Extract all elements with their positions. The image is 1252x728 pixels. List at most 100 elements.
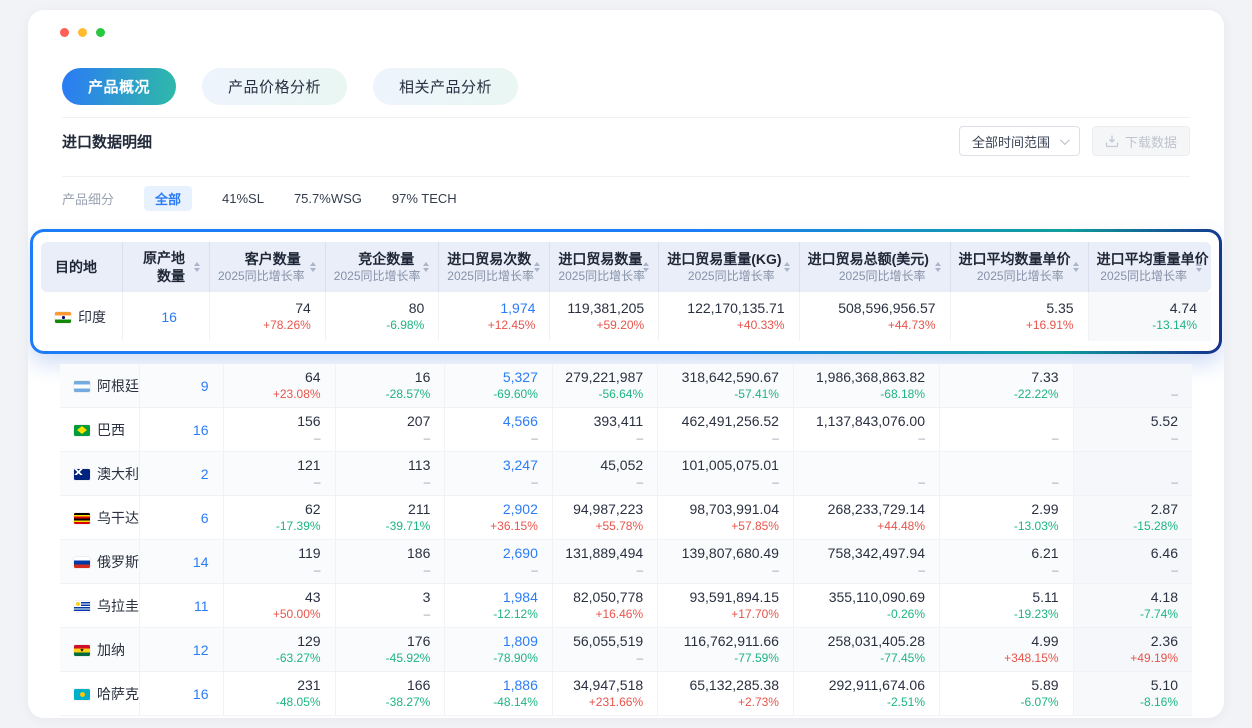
cell-growth: +231.66% [561, 694, 643, 711]
flag-brazil-icon [74, 425, 90, 436]
column-header-5[interactable]: 进口贸易数量2025同比增长率 [550, 242, 659, 292]
cell-value: 80 [334, 299, 424, 317]
cell-value: 1,886 [453, 676, 538, 694]
cell-value: 5.52 [1082, 412, 1178, 430]
sort-icon[interactable] [784, 262, 790, 272]
filter-option-757wsg[interactable]: 75.7%WSG [294, 191, 362, 206]
cell-value: 1,137,843,076.00 [802, 412, 925, 430]
table-row-ghana[interactable]: 加纳12129-63.27%176-45.92%1,809-78.90%56,0… [60, 628, 1192, 672]
column-subtitle: 2025同比增长率 [959, 268, 1064, 284]
data-cell: 101,005,075.01– [658, 452, 794, 496]
sort-icon[interactable] [935, 262, 941, 272]
table-row-kazakhstan[interactable]: 哈萨克斯坦16231-48.05%166-38.27%1,886-48.14%3… [60, 672, 1192, 716]
table-row-uganda[interactable]: 乌干达662-17.39%211-39.71%2,902+36.15%94,98… [60, 496, 1192, 540]
cell-growth: +40.33% [667, 317, 784, 334]
filter-option-all[interactable]: 全部 [144, 186, 192, 211]
cell-value: 94,987,223 [561, 500, 643, 518]
cell-growth: -6.98% [334, 317, 424, 334]
data-cell: 279,221,987-56.64% [552, 364, 657, 408]
tab-related-product-analysis[interactable]: 相关产品分析 [373, 68, 518, 105]
data-cell: 355,110,090.69-0.26% [793, 584, 939, 628]
time-range-select[interactable]: 全部时间范围 [959, 126, 1080, 156]
sort-icon[interactable] [1073, 262, 1079, 272]
table-row-russia[interactable]: 俄罗斯14119–186–2,690–131,889,494–139,807,6… [60, 540, 1192, 584]
cell-growth: +78.26% [218, 317, 311, 334]
cell-value: 2,690 [453, 544, 538, 562]
table-row-brazil[interactable]: 巴西16156–207–4,566–393,411–462,491,256.52… [60, 408, 1192, 452]
data-cell: 98,703,991.04+57.85% [658, 496, 794, 540]
cell-growth: -69.60% [453, 386, 538, 403]
data-cell: – [940, 452, 1074, 496]
data-cell: 5.89-6.07% [940, 672, 1074, 716]
country-name: 哈萨克斯坦 [97, 686, 139, 702]
sort-icon[interactable] [423, 262, 429, 272]
cell-growth: -48.14% [453, 694, 538, 711]
cell-growth: -7.74% [1082, 606, 1178, 623]
cell-growth: +348.15% [948, 650, 1059, 667]
header-row: 目的地原产地数量客户数量2025同比增长率竞企数量2025同比增长率进口贸易次数… [41, 242, 1211, 292]
data-cell: 5,327-69.60% [445, 364, 553, 408]
data-cell: 3– [335, 584, 445, 628]
cell-value: 119 [232, 544, 321, 562]
sort-icon[interactable] [1196, 262, 1202, 272]
data-cell: 1,809-78.90% [445, 628, 553, 672]
cell-growth: -63.27% [232, 650, 321, 667]
country-name: 巴西 [97, 422, 125, 438]
column-header-8[interactable]: 进口平均数量单价2025同比增长率 [950, 242, 1088, 292]
column-header-6[interactable]: 进口贸易重量(KG)2025同比增长率 [659, 242, 799, 292]
table-row-india[interactable]: 印度1674+78.26%80-6.98%1,974+12.45%119,381… [41, 292, 1211, 341]
cell-growth: +17.70% [666, 606, 779, 623]
column-subtitle: 2025同比增长率 [808, 268, 926, 284]
table-row-uruguay[interactable]: 乌拉圭1143+50.00%3–1,984-12.12%82,050,778+1… [60, 584, 1192, 628]
cell-growth: – [666, 562, 779, 579]
column-title: 竞企数量 [334, 250, 414, 268]
download-data-button[interactable]: 下载数据 [1092, 126, 1190, 156]
data-cell: 1,886-48.14% [445, 672, 553, 716]
column-header-2[interactable]: 客户数量2025同比增长率 [209, 242, 325, 292]
data-cell: 231-48.05% [223, 672, 335, 716]
data-cell: 318,642,590.67-57.41% [658, 364, 794, 408]
data-cell: 207– [335, 408, 445, 452]
data-cell: 129-63.27% [223, 628, 335, 672]
column-header-1[interactable]: 原产地数量 [123, 242, 210, 292]
data-cell: 119,381,205+59.20% [550, 292, 659, 341]
cell-growth: – [344, 474, 431, 491]
cell-growth: +12.45% [447, 317, 535, 334]
destination-cell: 俄罗斯 [60, 540, 139, 584]
cell-value: 4,566 [453, 412, 538, 430]
data-cell: 393,411– [552, 408, 657, 452]
destination-cell: 印度 [41, 292, 123, 341]
cell-value: 5,327 [453, 368, 538, 386]
sort-icon[interactable] [643, 262, 649, 272]
table-row-australia[interactable]: 澳大利亚2121–113–3,247–45,052–101,005,075.01… [60, 452, 1192, 496]
origin-count: 16 [148, 421, 209, 439]
sort-icon[interactable] [194, 262, 200, 272]
data-cell: 1,974+12.45% [439, 292, 550, 341]
data-cell: 5.52– [1073, 408, 1192, 452]
cell-growth: +44.48% [802, 518, 925, 535]
tab-product-price-analysis[interactable]: 产品价格分析 [202, 68, 347, 105]
column-header-3[interactable]: 竞企数量2025同比增长率 [325, 242, 438, 292]
data-cell: 65,132,285.38+2.73% [658, 672, 794, 716]
flag-kazakhstan-icon [74, 689, 90, 700]
origin-count: 16 [148, 685, 209, 703]
sort-icon[interactable] [310, 262, 316, 272]
origin-count: 16 [131, 308, 177, 326]
filter-option-41sl[interactable]: 41%SL [222, 191, 264, 206]
cell-value: 122,170,135.71 [667, 299, 784, 317]
tab-product-overview[interactable]: 产品概况 [62, 68, 176, 105]
data-cell: 45,052– [552, 452, 657, 496]
data-cell: 4.99+348.15% [940, 628, 1074, 672]
column-header-7[interactable]: 进口贸易总额(美元)2025同比增长率 [799, 242, 950, 292]
cell-value: 101,005,075.01 [666, 456, 779, 474]
table-row-argentina[interactable]: 阿根廷964+23.08%16-28.57%5,327-69.60%279,22… [60, 364, 1192, 408]
cell-growth: – [1082, 474, 1178, 491]
origin-count-cell: 16 [139, 672, 223, 716]
data-cell: 16-28.57% [335, 364, 445, 408]
sort-icon[interactable] [534, 262, 540, 272]
column-header-9[interactable]: 进口平均重量单价2025同比增长率 [1088, 242, 1211, 292]
cell-value [802, 456, 925, 474]
column-subtitle: 2025同比增长率 [667, 268, 774, 284]
column-header-4[interactable]: 进口贸易次数2025同比增长率 [439, 242, 550, 292]
filter-option-97tech[interactable]: 97% TECH [392, 191, 457, 206]
